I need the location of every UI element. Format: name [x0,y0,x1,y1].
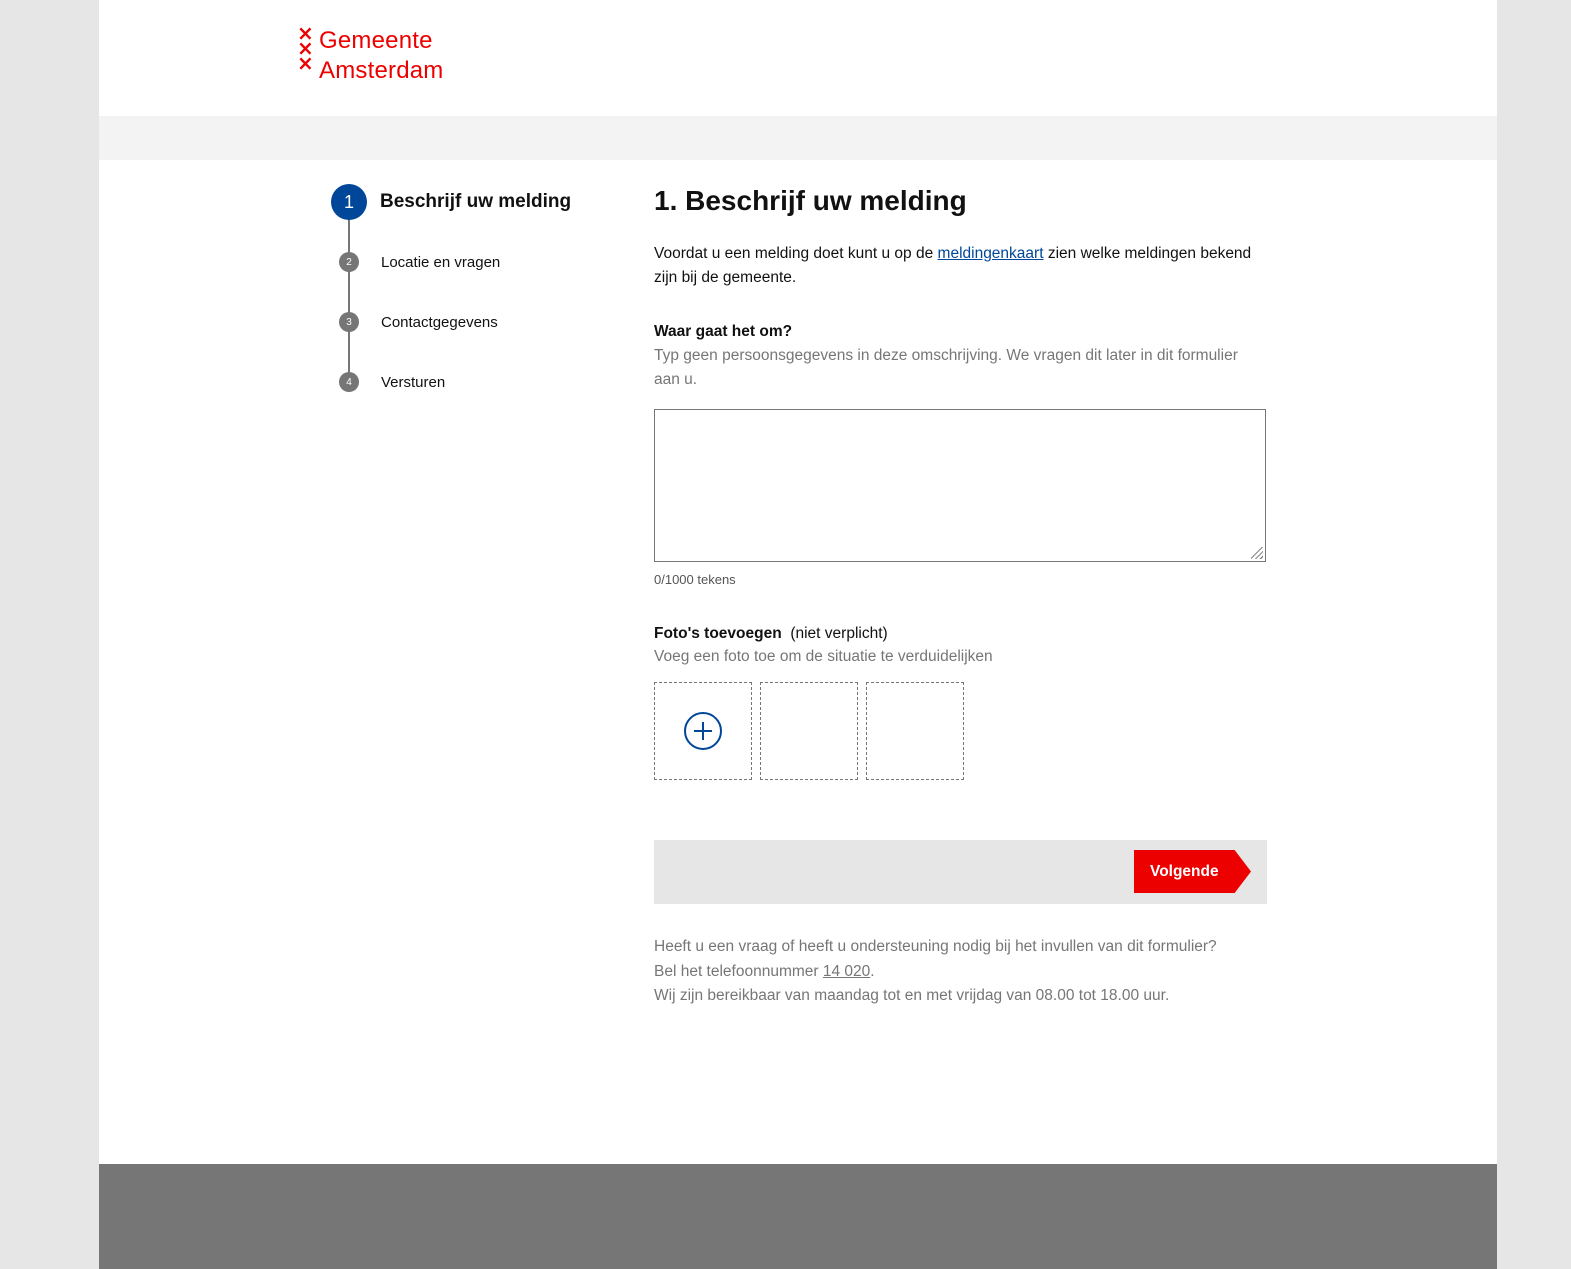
plus-circle-icon [684,712,722,750]
phone-link[interactable]: 14 020 [823,963,870,980]
resize-handle-icon[interactable] [1251,547,1263,559]
next-button[interactable]: Volgende [1134,850,1251,893]
step-label: Beschrijf uw melding [380,191,572,212]
description-label: Waar gaat het om? [654,323,793,340]
header-band [99,116,1497,160]
photo-label: Foto's toevoegen (niet verplicht) [654,625,888,642]
page: × × × Gemeente Amsterdam 1 Beschrijf uw … [99,0,1497,1269]
description-textarea[interactable] [654,409,1266,562]
step-3: 3 Contactgegevens [331,312,498,332]
intro-text: Voordat u een melding doet kunt u op de … [654,245,1252,286]
page-title: 1. Beschrijf uw melding [654,185,967,216]
step-label: Contactgegevens [381,313,498,331]
description-hint: Typ geen persoonsgegevens in deze omschr… [654,347,1238,388]
form-navigation: Volgende [654,840,1267,904]
character-counter: 0/1000 tekens [654,572,736,587]
photo-slot [760,682,858,780]
help-text: Heeft u een vraag of heeft u ondersteuni… [654,938,1217,1004]
logo-line-2: Amsterdam [319,57,444,84]
step-number: 1 [331,184,367,220]
step-1: 1 Beschrijf uw melding [331,184,571,220]
photo-upload-row [654,682,1268,780]
step-number: 4 [339,372,359,392]
logo-text: Gemeente Amsterdam [319,26,444,86]
meldingenkaart-link[interactable]: meldingenkaart [938,245,1044,262]
logo-line-1: Gemeente [319,27,433,54]
step-2: 2 Locatie en vragen [331,252,500,272]
main-form: 1. Beschrijf uw melding Voordat u een me… [654,184,1268,1009]
logo-crosses-icon: × × × [297,21,314,75]
add-photo-button[interactable] [654,682,752,780]
photo-slot [866,682,964,780]
gemeente-amsterdam-logo[interactable]: × × × Gemeente Amsterdam [297,21,444,86]
step-4: 4 Versturen [331,372,445,392]
step-number: 2 [339,252,359,272]
step-number: 3 [339,312,359,332]
stepper-line [348,214,350,384]
footer [99,1164,1497,1269]
step-label: Locatie en vragen [381,253,501,271]
photo-hint: Voeg een foto toe om de situatie te verd… [654,648,993,665]
step-label: Versturen [381,373,446,391]
header: × × × Gemeente Amsterdam [99,0,1497,116]
form-stepper: 1 Beschrijf uw melding 2 Locatie en vrag… [331,184,631,404]
